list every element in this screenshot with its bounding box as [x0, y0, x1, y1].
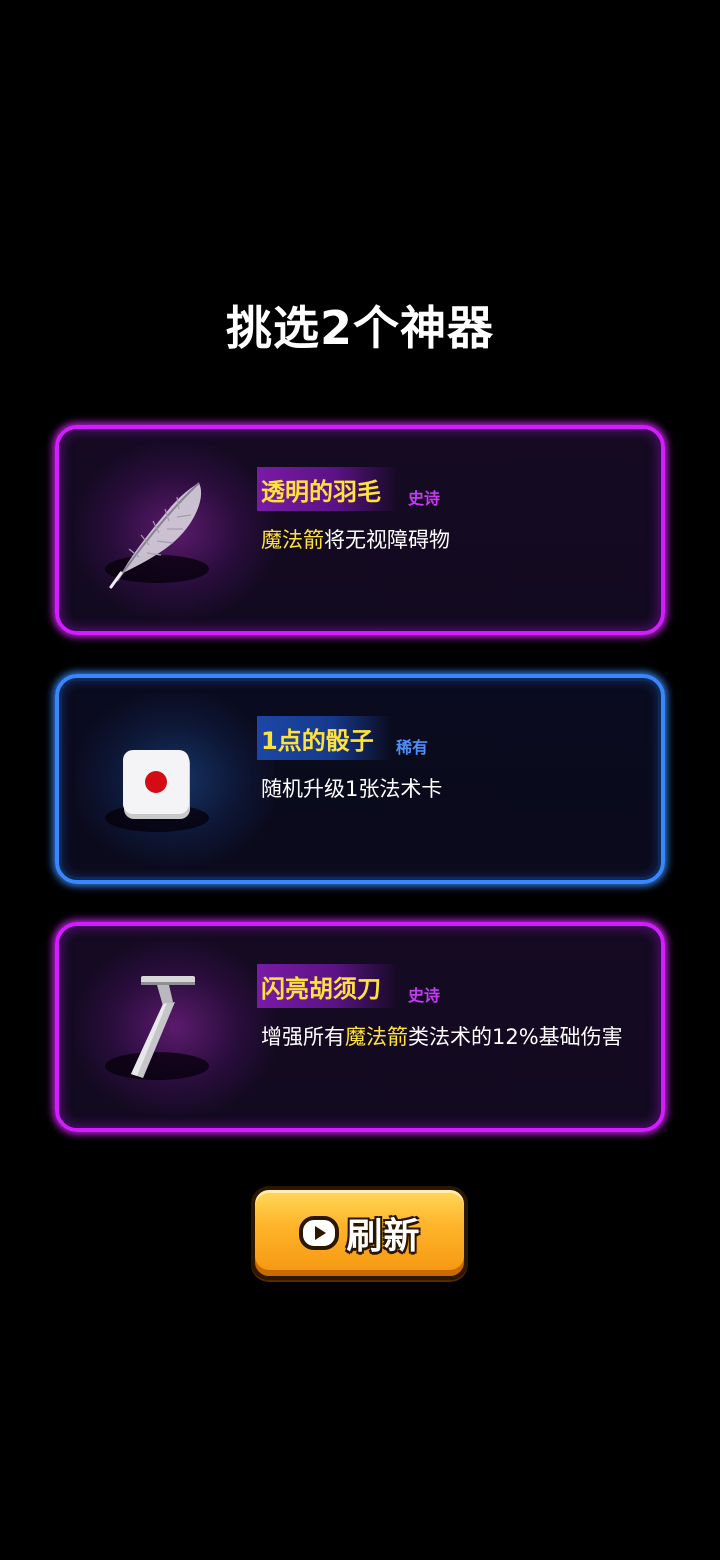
- rarity-badge: 稀有: [396, 738, 429, 757]
- artifact-card-feather[interactable]: 透明的羽毛 史诗 魔法箭将无视障碍物: [55, 425, 665, 635]
- rarity-badge: 史诗: [408, 986, 441, 1005]
- desc-highlight: 魔法箭: [345, 1025, 408, 1049]
- artifact-card-dice[interactable]: 1点的骰子 稀有 随机升级1张法术卡: [55, 674, 665, 884]
- refresh-button[interactable]: 刷新: [251, 1186, 468, 1280]
- desc-text: 类法术的12%基础伤害: [408, 1025, 623, 1049]
- artifact-name: 闪亮胡须刀: [257, 964, 399, 1008]
- desc-text: 增强所有: [261, 1025, 345, 1049]
- desc-highlight: 魔法箭: [261, 528, 324, 552]
- dice-icon: [123, 750, 190, 819]
- artifact-description: 魔法箭将无视障碍物: [261, 525, 641, 555]
- rarity-badge: 史诗: [408, 489, 441, 508]
- refresh-label: 刷新: [346, 1216, 421, 1257]
- artifact-card-razor[interactable]: 闪亮胡须刀 史诗 增强所有魔法箭类法术的12%基础伤害: [55, 922, 665, 1132]
- page-title: 挑选2个神器: [225, 301, 494, 355]
- artifact-description: 随机升级1张法术卡: [261, 777, 443, 801]
- artifact-description: 增强所有魔法箭类法术的12%基础伤害: [261, 1022, 641, 1052]
- feather-icon: [109, 482, 202, 589]
- artifact-name: 1点的骰子: [257, 716, 392, 760]
- desc-text: 将无视障碍物: [324, 528, 450, 552]
- artifact-name: 透明的羽毛: [257, 467, 399, 511]
- razor-icon: [131, 976, 195, 1078]
- play-video-icon: [299, 1216, 340, 1250]
